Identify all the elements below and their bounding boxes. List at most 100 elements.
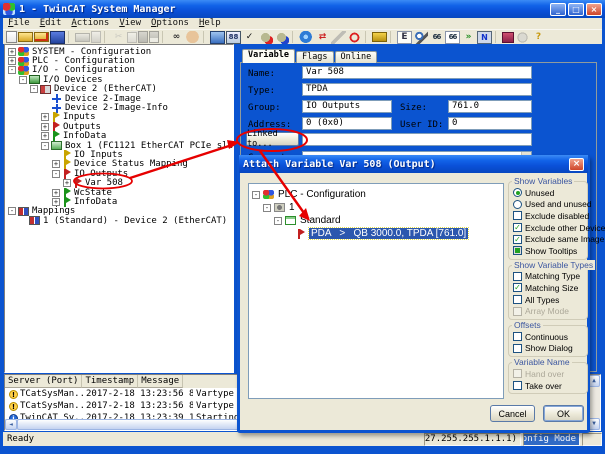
option-control[interactable] bbox=[513, 332, 522, 341]
scroll-left-arrow-icon[interactable]: ◄ bbox=[5, 419, 17, 430]
scroll-thumb[interactable] bbox=[17, 419, 267, 430]
save-icon[interactable] bbox=[50, 31, 65, 44]
maximize-button[interactable]: □ bbox=[568, 3, 584, 16]
ok-button[interactable]: OK bbox=[543, 405, 584, 422]
expander-icon[interactable] bbox=[8, 207, 16, 215]
option-control[interactable] bbox=[513, 200, 522, 209]
option-control[interactable] bbox=[513, 344, 522, 353]
menu-item[interactable]: File bbox=[8, 18, 30, 29]
group-field[interactable]: IO Outputs bbox=[302, 100, 392, 113]
tree-item[interactable]: Device 2 (EtherCAT) bbox=[30, 85, 233, 94]
address-field[interactable]: 0 (0x0) bbox=[302, 117, 392, 130]
menu-item[interactable]: Actions bbox=[71, 18, 109, 29]
open-from-target-icon[interactable] bbox=[34, 32, 49, 42]
tree-item[interactable]: Box 1 (FC1121 EtherCAT PCIe slave card) bbox=[41, 141, 233, 150]
log-column-header[interactable]: Message bbox=[138, 375, 183, 388]
minimize-button[interactable]: _ bbox=[550, 3, 566, 16]
open-icon[interactable] bbox=[18, 32, 33, 42]
show-online-values-icon[interactable]: 66 bbox=[429, 31, 444, 44]
generate-mappings-icon[interactable] bbox=[258, 31, 273, 44]
expander-icon[interactable] bbox=[41, 113, 49, 121]
option-control[interactable] bbox=[513, 246, 522, 255]
option-control[interactable] bbox=[513, 235, 522, 244]
export-icon[interactable]: E bbox=[397, 31, 412, 44]
option-control[interactable] bbox=[513, 283, 522, 292]
zoom-icon[interactable] bbox=[413, 31, 428, 44]
choose-target-system-icon[interactable] bbox=[210, 31, 225, 44]
tree-item[interactable]: Var 508 bbox=[63, 178, 233, 187]
type-field[interactable]: TPDA bbox=[302, 83, 532, 96]
tab[interactable]: Online bbox=[335, 51, 378, 63]
expander-icon[interactable] bbox=[52, 198, 60, 206]
online-mode-icon[interactable] bbox=[299, 31, 314, 44]
dialog-tree-item[interactable]: PDA > QB 3000.0, TPDA [761.0] bbox=[285, 227, 503, 240]
expander-icon[interactable] bbox=[8, 48, 16, 56]
tree-item[interactable]: Device Status Mapping bbox=[52, 160, 233, 169]
userid-field[interactable]: 0 bbox=[448, 117, 532, 130]
tree-item[interactable]: InfoData bbox=[52, 197, 233, 206]
option-control[interactable] bbox=[513, 188, 522, 197]
tree-item[interactable]: Mappings bbox=[8, 207, 233, 216]
tree-item[interactable]: SYSTEM - Configuration bbox=[8, 47, 233, 56]
expander-icon[interactable] bbox=[41, 123, 49, 131]
help-book-icon[interactable] bbox=[502, 32, 514, 43]
option-control[interactable] bbox=[513, 381, 522, 390]
name-field[interactable]: Var 508 bbox=[302, 66, 532, 79]
dialog-close-icon[interactable]: × bbox=[569, 158, 584, 171]
tree-item[interactable]: IO Outputs bbox=[52, 169, 233, 178]
tree-item[interactable]: Inputs bbox=[41, 113, 233, 122]
size-field[interactable]: 761.0 bbox=[448, 100, 532, 113]
expander-icon[interactable] bbox=[52, 160, 60, 168]
dialog-tree-item[interactable]: 1 bbox=[263, 201, 503, 214]
stop-icon[interactable] bbox=[347, 31, 362, 44]
tab[interactable]: Variable bbox=[242, 49, 295, 63]
tree-item[interactable]: Device 2-Image-Info bbox=[41, 103, 233, 112]
tree-item[interactable]: PLC - Configuration bbox=[8, 56, 233, 65]
tree-item[interactable]: InfoData bbox=[41, 132, 233, 141]
tree-item[interactable]: I/O - Configuration bbox=[8, 66, 233, 75]
tree-item[interactable]: WcState bbox=[52, 188, 233, 197]
expander-icon[interactable] bbox=[41, 132, 49, 140]
reload-io-devices-icon[interactable]: ⇄ bbox=[315, 31, 330, 44]
menu-item[interactable]: Help bbox=[199, 18, 221, 29]
expander-icon[interactable] bbox=[8, 66, 16, 74]
expander-icon[interactable] bbox=[8, 57, 16, 65]
expander-icon[interactable] bbox=[30, 85, 38, 93]
expander-icon[interactable] bbox=[19, 76, 27, 84]
expander-icon[interactable] bbox=[263, 204, 271, 212]
tree-item[interactable]: 1 (Standard) - Device 2 (EtherCAT) bbox=[19, 216, 233, 225]
cancel-button[interactable]: Cancel bbox=[490, 405, 535, 422]
linked-to-button[interactable]: Linked to... bbox=[246, 132, 299, 146]
expander-icon[interactable] bbox=[52, 170, 60, 178]
show-online-values-toggled-icon[interactable]: 66 bbox=[445, 31, 460, 44]
tree-item[interactable]: IO Inputs bbox=[52, 150, 233, 159]
option-control[interactable] bbox=[513, 211, 522, 220]
option-control[interactable] bbox=[513, 272, 522, 281]
option-control[interactable] bbox=[513, 223, 522, 232]
expander-icon[interactable] bbox=[252, 191, 260, 199]
menu-item[interactable]: View bbox=[119, 18, 141, 29]
boot-project-icon[interactable] bbox=[372, 32, 387, 42]
check-configuration-icon[interactable]: ✓ bbox=[242, 31, 257, 44]
dialog-tree-item[interactable]: PLC - Configuration bbox=[252, 188, 503, 201]
expander-icon[interactable] bbox=[274, 217, 282, 225]
log-column-header[interactable]: Server (Port) bbox=[5, 375, 82, 388]
linked-to-field[interactable] bbox=[302, 133, 532, 146]
tree-item[interactable]: I/O Devices bbox=[19, 75, 233, 84]
toggle-n-icon[interactable]: N bbox=[477, 31, 492, 44]
expander-icon[interactable] bbox=[41, 142, 49, 150]
free-run-icon[interactable]: » bbox=[461, 31, 476, 44]
find-icon[interactable]: ∞ bbox=[169, 31, 184, 44]
tree-item[interactable]: Device 2-Image bbox=[41, 94, 233, 103]
menu-item[interactable]: Edit bbox=[40, 18, 62, 29]
tab[interactable]: Flags bbox=[296, 51, 334, 63]
option-control[interactable] bbox=[513, 295, 522, 304]
edit-mode-icon[interactable] bbox=[185, 31, 200, 44]
context-help-icon[interactable]: ? bbox=[531, 31, 546, 44]
close-button[interactable]: × bbox=[586, 3, 602, 16]
expander-icon[interactable] bbox=[52, 189, 60, 197]
expander-icon[interactable] bbox=[63, 179, 71, 187]
dialog-tree-item[interactable]: Standard bbox=[274, 214, 503, 227]
activate-configuration-icon[interactable] bbox=[274, 31, 289, 44]
new-file-icon[interactable] bbox=[6, 31, 17, 43]
